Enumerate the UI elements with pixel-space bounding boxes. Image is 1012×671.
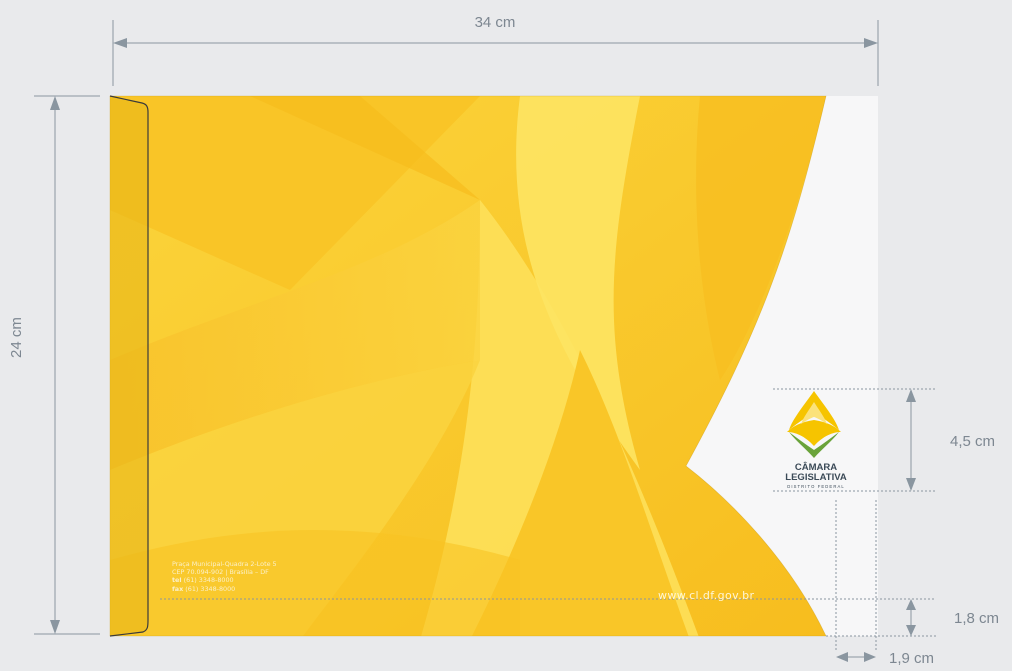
tel-label: tel: [172, 576, 182, 585]
width-dimension-label: 34 cm: [474, 14, 516, 31]
envelope-body: [110, 96, 826, 636]
telephone-line: tel (61) 3348-8000: [172, 576, 277, 584]
address-line-2: CEP 70.094-902 | Brasília – DF: [172, 568, 269, 577]
height-dimension-label: 24 cm: [8, 317, 25, 358]
right-margin-dimension-label: 1,9 cm: [889, 650, 935, 667]
logo-line-2: LEGISLATIVA: [785, 472, 847, 483]
address-line-1: Praça Municipal-Quadra 2-Lote 5: [172, 560, 277, 568]
logo-line-3: DISTRITO FEDERAL: [787, 484, 845, 489]
envelope-artwork: [34, 20, 936, 662]
bottom-margin-dimension-label: 1,8 cm: [954, 610, 1000, 627]
logo-height-dimension-label: 4,5 cm: [950, 433, 996, 450]
tel-value: (61) 3348-8000: [183, 576, 234, 585]
envelope-spec-diagram: 34 cm 24 cm 4,5 cm 1,8 cm 1,9 cm Praça M…: [0, 0, 1012, 671]
envelope-flap: [110, 96, 148, 636]
logo-wordmark: CÂMARA LEGISLATIVA DISTRITO FEDERAL: [770, 463, 862, 490]
fax-value: (61) 3348-8000: [185, 584, 236, 593]
address-block: Praça Municipal-Quadra 2-Lote 5 CEP 70.0…: [172, 560, 277, 593]
fax-label: fax: [172, 584, 184, 593]
fax-line: fax (61) 3348-8000: [172, 585, 277, 593]
website-url: www.cl.df.gov.br: [658, 589, 755, 602]
